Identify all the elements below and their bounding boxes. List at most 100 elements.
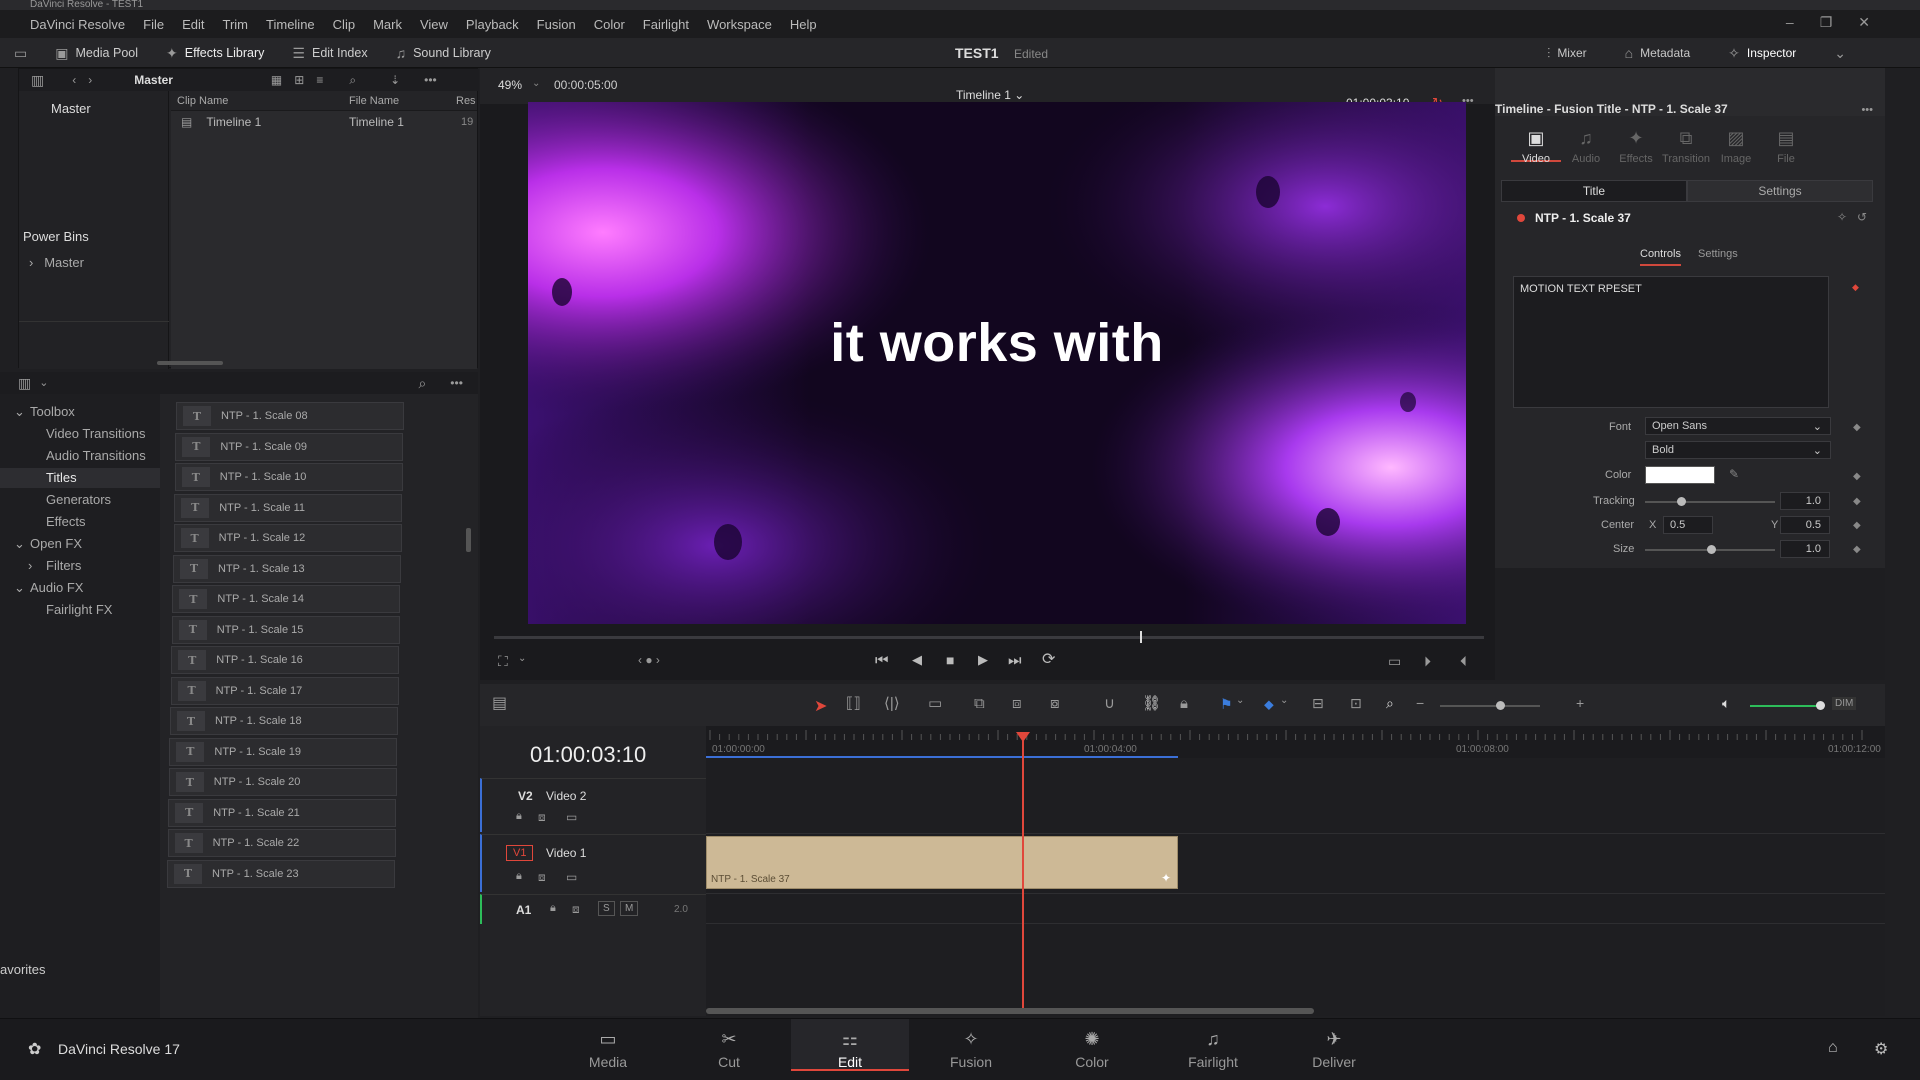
link-icon[interactable]: ⛓ <box>1142 696 1161 711</box>
media-pool-button[interactable]: ▣ Media Pool <box>41 46 152 60</box>
chevron-right-icon[interactable]: › <box>28 556 32 576</box>
zoom-detail-icon[interactable]: ⊡ <box>1350 696 1362 710</box>
track-name[interactable]: Video 2 <box>546 789 586 803</box>
chevron-down-icon[interactable]: ⌄ <box>518 654 526 664</box>
inspector-button[interactable]: ✧ Inspector <box>1714 46 1810 60</box>
insert-clip-icon[interactable]: ⧉ <box>974 696 985 711</box>
tab-audio[interactable]: ♫ Audio <box>1561 128 1611 165</box>
chevron-down-icon[interactable]: ⌄ <box>14 534 25 554</box>
chevron-down-icon[interactable]: ⌄ <box>14 578 25 598</box>
tracking-slider[interactable] <box>1645 497 1775 506</box>
master-bin[interactable]: Master <box>51 101 91 116</box>
timeline-scrollbar[interactable] <box>706 1008 1314 1014</box>
power-bins-master[interactable]: › Master <box>29 255 84 270</box>
edit-index-button[interactable]: ☰ Edit Index <box>278 46 381 60</box>
loop-icon[interactable]: ⟳ <box>1042 652 1055 668</box>
zoom-slider[interactable] <box>1440 701 1540 710</box>
tree-item-effects[interactable]: Effects <box>0 512 160 532</box>
tree-item-open-fx[interactable]: ⌄ Open FX <box>0 534 160 554</box>
lock-icon[interactable]: 🔒︎ <box>550 903 556 914</box>
list-view-icon[interactable]: ≡ <box>316 74 323 86</box>
menu-item-davinci-resolve[interactable]: DaVinci Resolve <box>30 17 125 32</box>
timeline-view-options-icon[interactable]: ▤ <box>492 696 507 712</box>
scrubber-handle[interactable] <box>1140 631 1142 643</box>
tree-item-generators[interactable]: Generators <box>0 490 160 510</box>
go-to-start-icon[interactable]: ⏮ <box>875 653 889 668</box>
grid-view-icon[interactable]: ⊞ <box>294 74 304 86</box>
page-tab-deliver[interactable]: ✈ Deliver <box>1275 1019 1393 1071</box>
more-options-icon[interactable]: ••• <box>1861 104 1873 116</box>
volume-icon[interactable]: 🔈︎ <box>1722 696 1730 710</box>
tree-item-fairlight-fx[interactable]: Fairlight FX <box>0 600 160 620</box>
page-tab-media[interactable]: ▭ Media <box>549 1019 667 1071</box>
maximize-icon[interactable]: ❐ <box>1820 14 1833 31</box>
keyframe-diamond-icon[interactable]: ◆ <box>1853 471 1861 482</box>
text-input[interactable]: MOTION TEXT RPESET <box>1513 276 1829 408</box>
list-item[interactable]: T NTP - 1. Scale 20 <box>168 768 397 796</box>
match-frame-icon[interactable]: ▭ <box>1388 654 1401 668</box>
list-item[interactable]: T NTP - 1. Scale 14 <box>172 585 401 613</box>
back-icon[interactable]: ‹ <box>72 74 76 86</box>
sort-icon[interactable]: ⇣ <box>390 74 400 86</box>
track-header-v2[interactable]: V2 Video 2 🔒︎ ⧈ ▭ <box>480 778 706 832</box>
go-to-end-icon[interactable]: ⏭ <box>1008 653 1022 668</box>
tab-controls[interactable]: Controls <box>1640 248 1681 266</box>
auto-select-icon[interactable]: ⧈ <box>572 903 580 915</box>
page-tab-cut[interactable]: ✂ Cut <box>670 1019 788 1071</box>
trim-tool-icon[interactable]: ⟦⟧ <box>846 696 861 711</box>
tab-settings[interactable]: Settings <box>1687 180 1873 202</box>
more-options-icon[interactable]: ••• <box>424 74 437 86</box>
menu-item-file[interactable]: File <box>143 17 164 32</box>
timeline-clip[interactable]: NTP - 1. Scale 37 ✦ <box>706 836 1178 889</box>
volume-slider-knob[interactable] <box>1816 701 1825 710</box>
track-visibility-icon[interactable]: ▭ <box>566 871 577 883</box>
track-id[interactable]: V1 <box>506 845 534 861</box>
menu-item-trim[interactable]: Trim <box>223 17 249 32</box>
forward-icon[interactable]: › <box>88 74 92 86</box>
list-item[interactable]: T NTP - 1. Scale 11 <box>174 493 403 522</box>
mute-button[interactable]: M <box>620 901 639 916</box>
vertical-scrollbar[interactable] <box>466 528 471 552</box>
playhead[interactable] <box>1022 736 1024 1008</box>
menu-item-fusion[interactable]: Fusion <box>537 17 576 32</box>
menu-item-timeline[interactable]: Timeline <box>266 17 315 32</box>
sidebar-toggle-icon[interactable]: ▥ <box>31 73 44 87</box>
menu-item-mark[interactable]: Mark <box>373 17 402 32</box>
tree-item-titles[interactable]: Titles <box>0 468 160 488</box>
eyedropper-icon[interactable]: ✎ <box>1729 467 1739 481</box>
solo-button[interactable]: S <box>598 901 615 916</box>
panel-layout-icon[interactable]: ▥ <box>18 376 31 390</box>
chevron-down-icon[interactable]: ⌄ <box>1236 696 1244 706</box>
flag-icon[interactable]: ⚑ <box>1220 696 1233 713</box>
table-row[interactable]: ▤ Timeline 1 Timeline 1 19 <box>171 113 477 131</box>
volume-slider[interactable] <box>1750 701 1825 710</box>
list-item[interactable]: T NTP - 1. Scale 17 <box>170 676 399 705</box>
list-item[interactable]: T NTP - 1. Scale 21 <box>168 798 397 827</box>
menu-item-color[interactable]: Color <box>594 17 625 32</box>
snapping-icon[interactable]: ∪ <box>1104 696 1115 711</box>
previous-keyframe-icon[interactable]: ‹ ● › <box>638 654 660 666</box>
zoom-slider-knob[interactable] <box>1496 701 1505 710</box>
font-select[interactable]: Open Sans ⌄ <box>1645 417 1831 435</box>
list-item[interactable]: T NTP - 1. Scale 15 <box>171 615 400 644</box>
tab-effects[interactable]: ✦ Effects <box>1611 128 1661 165</box>
tab-file[interactable]: ▤ File <box>1761 128 1811 165</box>
track-lane-a1[interactable] <box>706 894 1885 924</box>
menu-item-edit[interactable]: Edit <box>182 17 204 32</box>
tree-item-filters[interactable]: › Filters <box>0 556 160 576</box>
track-header-v1[interactable]: V1 Video 1 🔒︎ ⧈ ▭ <box>480 834 706 892</box>
menu-item-fairlight[interactable]: Fairlight <box>643 17 689 32</box>
search-icon[interactable]: ⌕ <box>349 74 356 86</box>
sound-library-button[interactable]: ♫ Sound Library <box>382 46 505 60</box>
transform-icon[interactable]: ⛶ <box>498 654 508 668</box>
replace-clip-icon[interactable]: ⧇ <box>1050 696 1060 711</box>
tab-controls-settings[interactable]: Settings <box>1698 248 1738 260</box>
mixer-button[interactable]: ⫶ Mixer <box>1533 46 1601 60</box>
page-tab-fairlight[interactable]: ♫ Fairlight <box>1154 1019 1272 1071</box>
track-visibility-icon[interactable]: ▭ <box>566 811 577 823</box>
lock-icon[interactable]: 🔒︎ <box>516 811 522 822</box>
toggle-panel-button[interactable]: ▭ <box>0 46 41 60</box>
list-item[interactable]: T NTP - 1. Scale 22 <box>167 829 396 857</box>
zoom-full-icon[interactable]: ⊟ <box>1312 696 1324 710</box>
timeline-ruler[interactable]: 01:00:00:00 01:00:04:00 01:00:08:00 01:00:1… <box>706 726 1885 758</box>
